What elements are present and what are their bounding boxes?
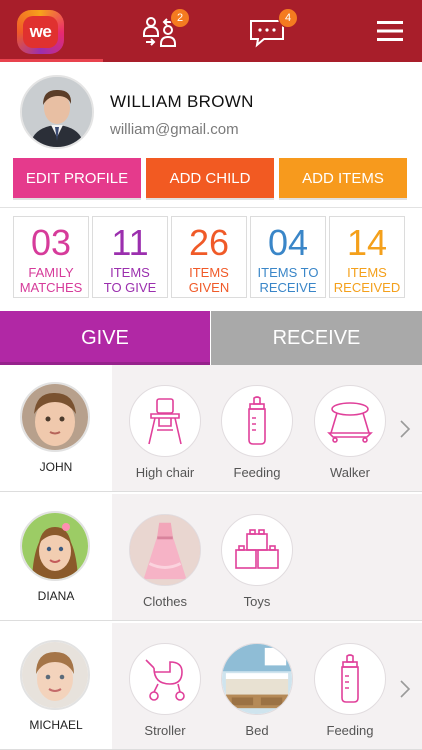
item-label: Clothes <box>142 594 188 609</box>
child-avatar[interactable] <box>20 640 90 710</box>
stat-value: 26 <box>188 222 230 263</box>
bed-photo <box>222 644 292 714</box>
stat-label-line1: ITEMS TO <box>257 265 319 280</box>
high-chair-icon <box>148 398 182 445</box>
item-label: Toys <box>243 594 271 609</box>
stat-value: 14 <box>346 222 388 263</box>
item-label: Feeding <box>233 465 281 480</box>
stat-value: 03 <box>30 222 72 263</box>
toy-blocks-icon <box>235 529 279 569</box>
profile-name: WILLIAM BROWN <box>110 92 254 111</box>
boy-portrait-photo <box>22 384 88 450</box>
item-toys[interactable]: Toys <box>220 514 294 609</box>
top-navigation-bar: we 2 4 <box>0 0 422 62</box>
stat-label-line2: GIVEN <box>188 280 230 295</box>
item-label: Walker <box>330 465 370 480</box>
item-bed[interactable]: Bed <box>220 643 294 738</box>
girl-portrait-photo <box>22 513 88 579</box>
child-avatar[interactable] <box>20 511 90 581</box>
add-child-button[interactable]: ADD CHILD <box>146 158 274 198</box>
matches-badge: 2 <box>170 8 190 28</box>
item-label: High chair <box>135 465 195 480</box>
logo-text: we <box>29 22 52 41</box>
stat-label-line2: MATCHES <box>19 280 83 295</box>
item-stroller[interactable]: Stroller <box>128 643 202 738</box>
stat-items-given[interactable]: 26 ITEMS GIVEN <box>171 216 247 298</box>
add-items-button[interactable]: ADD ITEMS <box>279 158 407 198</box>
child-name: JOHN <box>39 460 73 474</box>
item-feeding[interactable]: Feeding <box>313 643 387 738</box>
item-high-chair[interactable]: High chair <box>128 385 202 480</box>
item-label: Feeding <box>326 723 374 738</box>
chevron-right-icon[interactable] <box>398 419 412 439</box>
walker-icon <box>327 402 373 443</box>
stat-label-line2: RECEIVE <box>259 280 317 295</box>
stat-family-matches[interactable]: 03 FAMILY MATCHES <box>13 216 89 298</box>
feeding-bottle-icon <box>248 396 266 445</box>
stat-value: 04 <box>267 222 309 263</box>
stat-label-line1: ITEMS <box>189 265 229 280</box>
profile-avatar[interactable] <box>20 75 94 149</box>
stat-label-line2: TO GIVE <box>103 280 157 295</box>
item-feeding[interactable]: Feeding <box>220 385 294 480</box>
child-row-diana: DIANA Clothes Toys <box>0 494 422 621</box>
tab-receive[interactable]: RECEIVE <box>211 311 422 365</box>
stat-label-line1: ITEMS <box>110 265 150 280</box>
child-row-michael: MICHAEL Stroller Bed Feeding <box>0 623 422 750</box>
stat-items-received[interactable]: 14 ITEMS RECEIVED <box>329 216 405 298</box>
messages-badge: 4 <box>278 8 298 28</box>
hamburger-menu-icon <box>377 21 403 41</box>
item-label: Stroller <box>144 723 186 738</box>
menu-button[interactable] <box>376 19 404 48</box>
child-row-john: JOHN High chair Feeding Walker <box>0 365 422 492</box>
boy-portrait-photo <box>22 642 88 708</box>
item-walker[interactable]: Walker <box>313 385 387 480</box>
item-clothes[interactable]: Clothes <box>128 514 202 609</box>
section-divider <box>0 207 422 208</box>
child-avatar[interactable] <box>20 382 90 452</box>
profile-email: william@gmail.com <box>110 121 239 138</box>
child-name: DIANA <box>37 589 75 603</box>
feeding-bottle-icon <box>341 654 359 703</box>
app-logo[interactable]: we <box>17 10 64 54</box>
chevron-right-icon[interactable] <box>398 679 412 699</box>
tab-give[interactable]: GIVE <box>0 311 210 365</box>
stat-items-to-receive[interactable]: 04 ITEMS TO RECEIVE <box>250 216 326 298</box>
stat-value: 11 <box>111 222 149 263</box>
stat-label-line1: ITEMS <box>347 265 387 280</box>
child-name: MICHAEL <box>29 718 83 732</box>
stat-label-line1: FAMILY <box>28 265 74 280</box>
stat-items-to-give[interactable]: 11 ITEMS TO GIVE <box>92 216 168 298</box>
stroller-icon <box>145 659 185 701</box>
edit-profile-button[interactable]: EDIT PROFILE <box>13 158 141 198</box>
stat-label-line2: RECEIVED <box>333 280 401 295</box>
active-nav-indicator <box>0 59 103 62</box>
item-label: Bed <box>245 723 269 738</box>
dress-photo <box>130 515 200 585</box>
man-portrait-photo <box>22 77 92 147</box>
